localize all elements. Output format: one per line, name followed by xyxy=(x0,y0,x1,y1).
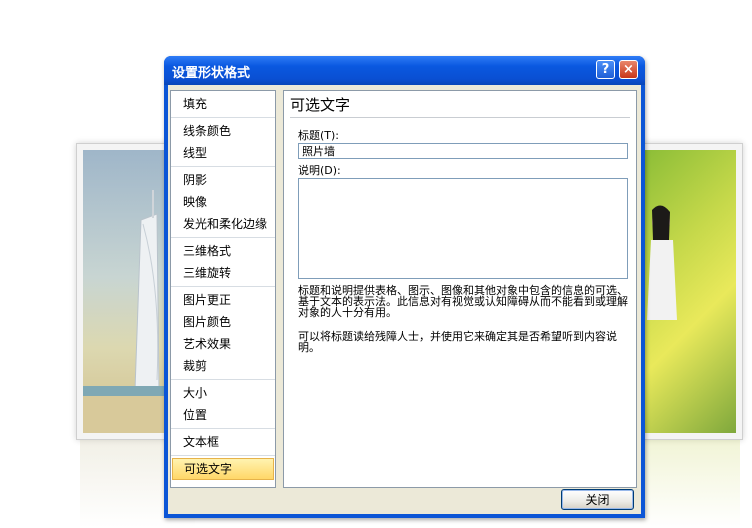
nav-item-artistic-effects[interactable]: 艺术效果 xyxy=(171,333,275,355)
title-label: 标题(T): xyxy=(298,129,340,142)
nav-item-line-style[interactable]: 线型 xyxy=(171,142,275,164)
category-nav: 填充 线条颜色 线型 阴影 映像 发光和柔化边缘 三维格式 三维旋转 图片更正 … xyxy=(170,90,276,488)
nav-item-size[interactable]: 大小 xyxy=(171,382,275,404)
help-icon[interactable]: ? xyxy=(596,60,615,79)
dialog-title: 设置形状格式 xyxy=(172,66,251,81)
panel-heading: 可选文字 xyxy=(290,96,351,114)
nav-group-size: 大小 位置 xyxy=(171,380,275,429)
nav-item-3d-rotation[interactable]: 三维旋转 xyxy=(171,262,275,284)
nav-item-alt-text[interactable]: 可选文字 xyxy=(172,458,274,480)
info-paragraph-2: 可以将标题读给残障人士，并使用它来确定其是否希望听到内容说明。 xyxy=(298,330,617,354)
description-textarea[interactable] xyxy=(298,178,628,279)
photo-right[interactable] xyxy=(636,143,743,440)
alt-text-panel: 可选文字 标题(T): 说明(D): 标题和说明提供表格、图示、图像和其他对象中… xyxy=(283,90,637,488)
nav-group-alt-text: 可选文字 xyxy=(171,456,275,482)
nav-item-picture-corrections[interactable]: 图片更正 xyxy=(171,289,275,311)
dialog-titlebar[interactable]: 设置形状格式 ? × xyxy=(164,56,645,85)
nav-item-text-box[interactable]: 文本框 xyxy=(171,431,275,453)
person-graphic xyxy=(647,205,677,320)
nav-group-3d: 三维格式 三维旋转 xyxy=(171,238,275,287)
nav-group-fill: 填充 xyxy=(171,91,275,118)
dialog-client: 填充 线条颜色 线型 阴影 映像 发光和柔化边缘 三维格式 三维旋转 图片更正 … xyxy=(168,85,641,514)
nav-group-picture: 图片更正 图片颜色 艺术效果 裁剪 xyxy=(171,287,275,380)
close-icon[interactable]: × xyxy=(619,60,638,79)
nav-item-glow[interactable]: 发光和柔化边缘 xyxy=(171,213,275,235)
nav-item-position[interactable]: 位置 xyxy=(171,404,275,426)
info-paragraph-1: 标题和说明提供表格、图示、图像和其他对象中包含的信息的可选、基于文本的表示法。此… xyxy=(298,284,628,319)
photo-right-image xyxy=(643,150,736,433)
nav-group-effects: 阴影 映像 发光和柔化边缘 xyxy=(171,167,275,238)
nav-item-shadow[interactable]: 阴影 xyxy=(171,169,275,191)
nav-item-fill[interactable]: 填充 xyxy=(171,93,275,115)
nav-item-picture-color[interactable]: 图片颜色 xyxy=(171,311,275,333)
photo-right-reflection xyxy=(640,440,740,528)
nav-item-crop[interactable]: 裁剪 xyxy=(171,355,275,377)
nav-group-textbox: 文本框 xyxy=(171,429,275,456)
nav-item-3d-format[interactable]: 三维格式 xyxy=(171,240,275,262)
nav-item-reflection[interactable]: 映像 xyxy=(171,191,275,213)
close-button[interactable]: 关闭 xyxy=(561,489,634,510)
format-shape-dialog: 设置形状格式 ? × 填充 线条颜色 线型 阴影 映像 发光和柔化边缘 三维格式… xyxy=(164,56,645,518)
title-input[interactable] xyxy=(298,143,628,159)
divider xyxy=(290,117,630,118)
nav-group-line: 线条颜色 线型 xyxy=(171,118,275,167)
description-label: 说明(D): xyxy=(298,164,341,177)
nav-item-line-color[interactable]: 线条颜色 xyxy=(171,120,275,142)
